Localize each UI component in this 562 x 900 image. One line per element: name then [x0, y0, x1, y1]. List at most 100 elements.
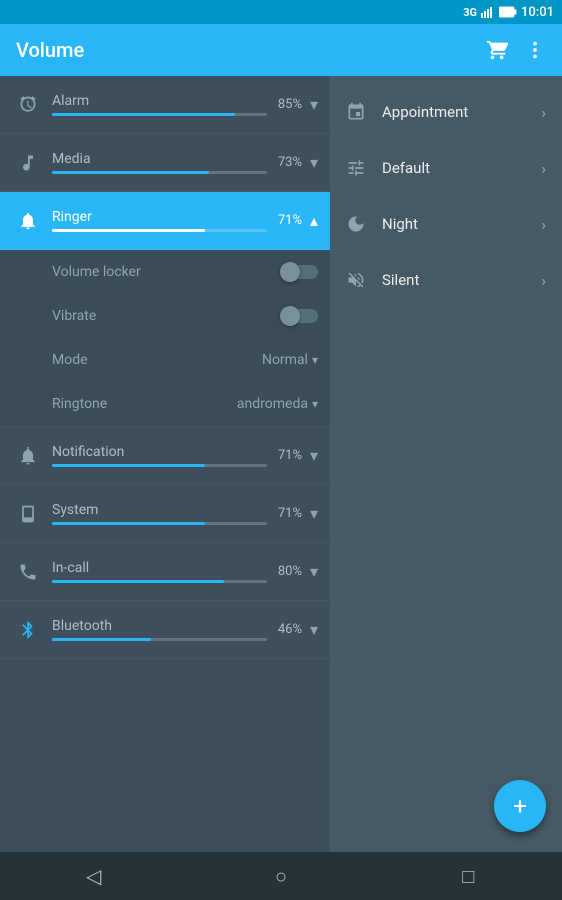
ringtone-value: andromeda [237, 396, 308, 412]
vibrate-label: Vibrate [52, 308, 282, 324]
media-percent: 73% [267, 155, 302, 170]
battery-icon [499, 6, 517, 18]
silent-icon [346, 270, 374, 290]
night-label: Night [374, 215, 541, 233]
notification-content: Notification [44, 444, 267, 467]
ringtone-label: Ringtone [52, 396, 237, 412]
system-bar [52, 522, 205, 525]
profile-appointment[interactable]: Appointment › [330, 84, 562, 140]
silent-chevron-icon: › [541, 271, 546, 290]
cart-icon[interactable] [486, 39, 508, 61]
silent-label: Silent [374, 271, 541, 289]
system-row[interactable]: System 71% ▾ [0, 485, 330, 543]
mode-value: Normal [262, 352, 308, 368]
vibrate-toggle[interactable] [282, 309, 318, 323]
in-call-row[interactable]: In-call 80% ▾ [0, 543, 330, 601]
profile-night[interactable]: Night › [330, 196, 562, 252]
alarm-bar-container [52, 113, 267, 116]
recent-apps-button[interactable]: □ [444, 852, 492, 900]
ringtone-dropdown-icon: ▾ [312, 397, 318, 411]
ringer-label: Ringer [52, 209, 267, 225]
status-bar: 3G 10:01 [0, 0, 562, 24]
in-call-content: In-call [44, 560, 267, 583]
profile-default[interactable]: Default › [330, 140, 562, 196]
network-indicator: 3G [463, 6, 477, 19]
signal-icon [481, 5, 495, 19]
bluetooth-chevron-icon: ▾ [310, 620, 318, 639]
bluetooth-label: Bluetooth [52, 618, 267, 634]
right-panel: Appointment › Default › Night › [330, 76, 562, 852]
ringer-content: Ringer [44, 209, 267, 232]
bluetooth-icon [12, 620, 44, 640]
ringer-percent: 71% [267, 213, 302, 228]
volume-locker-track [282, 265, 318, 279]
media-bar [52, 171, 209, 174]
add-fab[interactable]: + [494, 780, 546, 832]
bottom-nav: ◁ ○ □ [0, 852, 562, 900]
vibrate-thumb [280, 306, 300, 326]
vibrate-track [282, 309, 318, 323]
media-content: Media [44, 151, 267, 174]
volume-locker-label: Volume locker [52, 264, 282, 280]
system-chevron-icon: ▾ [310, 504, 318, 523]
alarm-percent: 85% [267, 97, 302, 112]
media-icon [12, 153, 44, 173]
night-chevron-icon: › [541, 215, 546, 234]
default-label: Default [374, 159, 541, 177]
media-bar-container [52, 171, 267, 174]
ringer-row[interactable]: Ringer 71% ▴ [0, 192, 330, 250]
alarm-chevron-icon: ▾ [310, 95, 318, 114]
ringer-bar [52, 229, 205, 232]
in-call-chevron-icon: ▾ [310, 562, 318, 581]
volume-locker-toggle[interactable] [282, 265, 318, 279]
ringtone-option[interactable]: Ringtone andromeda ▾ [0, 382, 330, 426]
mode-label: Mode [52, 352, 262, 368]
notification-bar-container [52, 464, 267, 467]
in-call-bar-container [52, 580, 267, 583]
alarm-label: Alarm [52, 93, 267, 109]
vibrate-option[interactable]: Vibrate [0, 294, 330, 338]
ringer-bar-container [52, 229, 267, 232]
appointment-label: Appointment [374, 103, 541, 121]
back-button[interactable]: ◁ [70, 852, 118, 900]
default-chevron-icon: › [541, 159, 546, 178]
ringer-expanded-section: Volume locker Vibrate Mode N [0, 250, 330, 427]
bluetooth-bar [52, 638, 151, 641]
more-vert-icon[interactable] [524, 39, 546, 61]
home-button[interactable]: ○ [257, 852, 305, 900]
in-call-label: In-call [52, 560, 267, 576]
notification-row[interactable]: Notification 71% ▾ [0, 427, 330, 485]
appointment-icon [346, 102, 374, 122]
app-bar: Volume [0, 24, 562, 76]
system-content: System [44, 502, 267, 525]
system-percent: 71% [267, 506, 302, 521]
time-display: 10:01 [521, 5, 554, 20]
bluetooth-percent: 46% [267, 622, 302, 637]
alarm-icon [12, 95, 44, 115]
notification-icon [12, 446, 44, 466]
media-label: Media [52, 151, 267, 167]
volume-locker-thumb [280, 262, 300, 282]
bluetooth-row[interactable]: Bluetooth 46% ▾ [0, 601, 330, 659]
system-bar-container [52, 522, 267, 525]
mode-option[interactable]: Mode Normal ▾ [0, 338, 330, 382]
profile-silent[interactable]: Silent › [330, 252, 562, 308]
notification-percent: 71% [267, 448, 302, 463]
notification-chevron-icon: ▾ [310, 446, 318, 465]
appointment-chevron-icon: › [541, 103, 546, 122]
status-bar-icons: 3G 10:01 [463, 5, 554, 20]
night-icon [346, 214, 374, 234]
alarm-row[interactable]: Alarm 85% ▾ [0, 76, 330, 134]
alarm-bar [52, 113, 235, 116]
in-call-percent: 80% [267, 564, 302, 579]
system-icon [12, 504, 44, 524]
volume-locker-option[interactable]: Volume locker [0, 250, 330, 294]
default-icon [346, 158, 374, 178]
mode-dropdown-icon: ▾ [312, 353, 318, 367]
system-label: System [52, 502, 267, 518]
main-content: Alarm 85% ▾ Media 73% ▾ [0, 76, 562, 852]
add-icon: + [513, 792, 527, 820]
media-row[interactable]: Media 73% ▾ [0, 134, 330, 192]
in-call-bar [52, 580, 224, 583]
notification-label: Notification [52, 444, 267, 460]
